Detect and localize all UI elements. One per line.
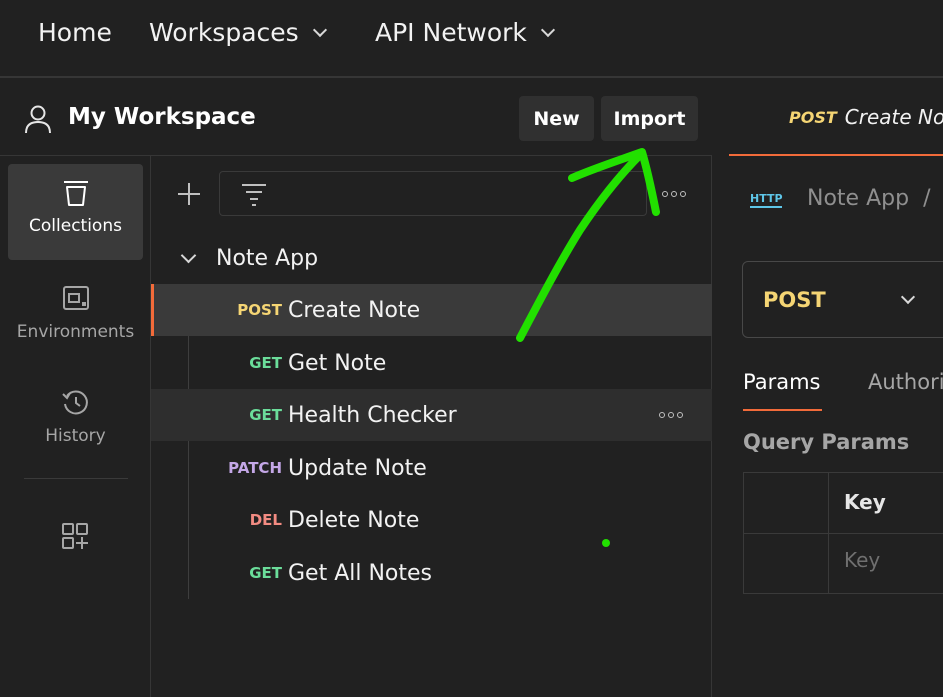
query-params-title: Query Params — [743, 430, 910, 454]
method-badge: POST — [237, 301, 282, 319]
collections-panel: Note App POST Create Note GET Get Note G… — [151, 156, 712, 697]
workspace-header: My Workspace New Import — [0, 80, 712, 156]
http-icon-label: HTTP — [750, 192, 783, 205]
filter-icon — [242, 184, 266, 206]
request-name: Health Checker — [288, 402, 457, 428]
method-badge: GET — [249, 564, 282, 582]
rail-divider — [24, 478, 128, 479]
request-tab-active[interactable]: POST Create Not — [729, 80, 943, 156]
request-item-get-note[interactable]: GET Get Note — [151, 337, 712, 389]
request-item-get-all-notes[interactable]: GET Get All Notes — [151, 547, 712, 599]
more-options-icon[interactable] — [659, 412, 683, 418]
breadcrumb-separator: / — [923, 186, 931, 211]
plus-icon[interactable] — [177, 182, 201, 206]
breadcrumb: HTTP Note App / — [749, 186, 930, 211]
http-icon: HTTP — [750, 192, 783, 208]
request-editor: POST Create Not HTTP Note App / POST Par… — [713, 80, 943, 697]
user-icon — [25, 105, 51, 134]
key-column-header: Key — [844, 490, 886, 514]
nav-home-label: Home — [38, 18, 112, 47]
request-name: Create Note — [288, 297, 421, 323]
chevron-down-icon — [312, 22, 327, 37]
table-row-divider — [744, 533, 943, 534]
more-options-icon[interactable] — [662, 191, 686, 197]
add-apps-icon[interactable] — [61, 522, 89, 550]
tab-method: POST — [789, 107, 837, 127]
sidebar-item-label: History — [45, 426, 106, 446]
nav-workspaces-label: Workspaces — [149, 18, 299, 47]
request-name: Get Note — [288, 350, 387, 376]
chevron-down-icon — [180, 247, 197, 263]
request-name: Delete Note — [288, 507, 420, 533]
chevron-down-icon — [540, 22, 555, 37]
key-input[interactable]: Key — [844, 548, 880, 572]
import-button[interactable]: Import — [601, 96, 698, 141]
history-icon — [61, 390, 88, 415]
method-badge: GET — [249, 354, 282, 372]
tab-params[interactable]: Params — [743, 370, 821, 394]
filter-input[interactable] — [219, 171, 647, 216]
nav-home[interactable]: Home — [38, 18, 112, 47]
request-name: Get All Notes — [288, 560, 433, 586]
collection-folder[interactable]: Note App — [151, 236, 712, 280]
sidebar-item-environments[interactable]: Environments — [8, 270, 143, 366]
tab-active-indicator — [743, 409, 822, 411]
request-item-health-checker[interactable]: GET Health Checker — [151, 389, 712, 441]
request-item-delete-note[interactable]: DEL Delete Note — [151, 494, 712, 546]
workspace-title: My Workspace — [68, 104, 256, 130]
new-button[interactable]: New — [519, 96, 594, 141]
sidebar-item-label: Environments — [16, 322, 135, 342]
nav-api-network-label: API Network — [375, 18, 527, 47]
sidebar-item-label: Collections — [29, 216, 122, 236]
tab-authorization[interactable]: Authori — [868, 370, 943, 394]
collection-name: Note App — [216, 245, 319, 271]
chevron-down-icon — [900, 289, 916, 305]
method-value: POST — [763, 287, 826, 312]
top-navigation: Home Workspaces API Network — [0, 0, 943, 78]
method-badge: PATCH — [228, 459, 282, 477]
sidebar-item-collections[interactable]: Collections — [8, 164, 143, 260]
request-name: Update Note — [288, 455, 427, 481]
environments-icon — [62, 286, 89, 310]
method-select[interactable]: POST — [742, 261, 943, 338]
sidebar-item-history[interactable]: History — [8, 376, 143, 472]
nav-workspaces[interactable]: Workspaces — [149, 18, 327, 47]
request-item-create-note[interactable]: POST Create Note — [151, 284, 712, 336]
tab-name: Create Not — [844, 105, 943, 129]
method-badge: GET — [249, 406, 282, 424]
params-table: Key Key — [743, 472, 943, 594]
request-item-update-note[interactable]: PATCH Update Note — [151, 442, 712, 494]
collections-icon — [63, 181, 88, 206]
sidebar-rail: Collections Environments History — [0, 156, 151, 697]
method-badge: DEL — [249, 511, 282, 529]
nav-api-network[interactable]: API Network — [375, 18, 555, 47]
breadcrumb-collection[interactable]: Note App — [807, 186, 909, 211]
